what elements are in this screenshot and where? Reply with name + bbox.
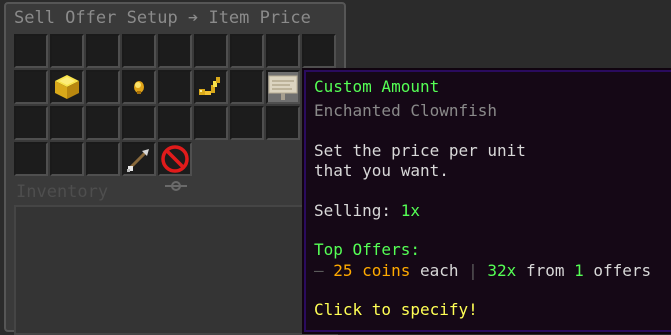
slot[interactable] <box>50 142 84 176</box>
slot[interactable] <box>14 142 48 176</box>
slot-gold-nugget[interactable] <box>122 70 156 104</box>
tooltip-action: Click to specify! <box>314 300 478 319</box>
slot[interactable] <box>86 34 120 68</box>
offer-price: 25 coins <box>333 261 411 280</box>
slot-golden-horn[interactable] <box>194 70 228 104</box>
slot-gold-block[interactable] <box>50 70 84 104</box>
slot[interactable] <box>86 70 120 104</box>
tooltip-title: Custom Amount <box>314 77 440 96</box>
slot[interactable] <box>194 34 228 68</box>
slot[interactable] <box>122 106 156 140</box>
slot[interactable] <box>266 34 300 68</box>
slot[interactable] <box>158 70 192 104</box>
slot[interactable] <box>50 106 84 140</box>
slot[interactable] <box>14 34 48 68</box>
slot[interactable] <box>266 106 300 140</box>
offer-from: from <box>516 261 575 280</box>
tooltip-top-offers: Top Offers: <box>314 240 420 259</box>
slot[interactable] <box>86 106 120 140</box>
slot-close-barrier[interactable] <box>158 142 192 176</box>
arrow-icon <box>127 149 149 172</box>
slot[interactable] <box>122 34 156 68</box>
offer-offers: offers <box>583 261 652 280</box>
slot-go-back-arrow[interactable] <box>122 142 156 176</box>
offer-separator: | <box>458 261 488 280</box>
inventory-area <box>14 205 338 335</box>
offer-dash: — <box>314 261 334 280</box>
offer-amount: 32x <box>487 261 517 280</box>
tooltip-selling: Selling: 1x <box>314 201 420 220</box>
tooltip-offer-row: — 25 coins each | 32x from 1 offers <box>314 261 651 280</box>
slot-custom-amount-sign[interactable] <box>266 70 300 104</box>
slot[interactable] <box>50 34 84 68</box>
offer-count: 1 <box>574 261 584 280</box>
slot[interactable] <box>14 106 48 140</box>
tooltip-subtitle: Enchanted Clownfish <box>314 101 498 120</box>
slot[interactable] <box>230 70 264 104</box>
item-tooltip: Custom Amount Enchanted Clownfish Set th… <box>302 68 671 334</box>
crosshair-icon <box>165 178 187 197</box>
slot[interactable] <box>194 106 228 140</box>
tooltip-desc-2: that you want. <box>314 161 449 180</box>
slot[interactable] <box>158 106 192 140</box>
gold-nugget-icon <box>134 81 144 94</box>
selling-value: 1x <box>400 201 420 220</box>
slot[interactable] <box>158 34 192 68</box>
slot[interactable] <box>230 34 264 68</box>
slot[interactable] <box>230 106 264 140</box>
selling-label: Selling: <box>314 201 401 220</box>
slot[interactable] <box>302 34 336 68</box>
offer-each: each <box>410 261 459 280</box>
tooltip-desc-1: Set the price per unit <box>314 141 526 160</box>
slot[interactable] <box>14 70 48 104</box>
golden-horn-icon <box>199 77 220 95</box>
barrier-icon <box>161 145 189 173</box>
slot[interactable] <box>86 142 120 176</box>
gold-block-icon <box>55 75 79 99</box>
inventory-label: Inventory <box>16 182 109 202</box>
window-title: Sell Offer Setup ➔ Item Price <box>14 8 311 28</box>
sign-icon <box>268 75 298 100</box>
